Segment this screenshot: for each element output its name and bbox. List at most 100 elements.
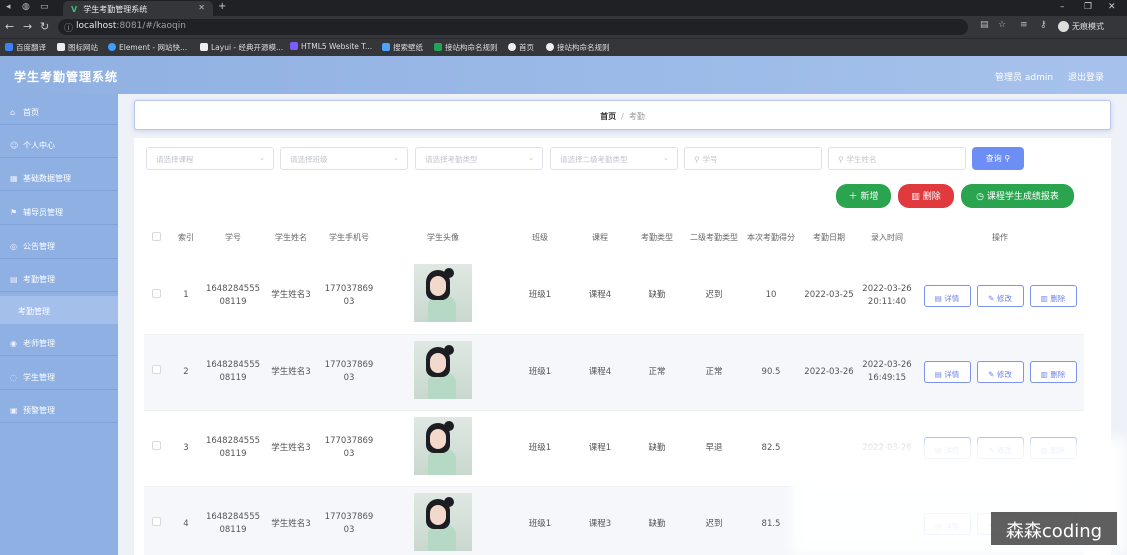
type2-select-placeholder: 请选择二级考勤类型 [560,155,628,164]
student-name-input[interactable]: ⚲ 学生姓名 [828,147,966,170]
sidebar-item-home[interactable]: ⌂ 首页 [0,97,118,125]
bell-icon: ◎ [10,242,17,251]
header-index[interactable]: 索引 [168,218,204,258]
bookmark-label: Layui - 经典开源模... [211,43,284,52]
search-icon: ⚲ [838,155,844,164]
bookmark-item[interactable]: 首页 [508,42,534,53]
header-class[interactable]: 班级 [508,218,572,258]
header-avatar[interactable]: 学生头像 [378,218,508,258]
cell-avatar [378,334,508,411]
sidebar-subitem-attendance[interactable]: 考勤管理 [0,296,118,324]
bookmark-favicon-icon [57,43,65,51]
cell-date: 2022-03-25 [800,258,858,335]
type-select[interactable]: 请选择考勤类型 ⌄ [415,147,543,170]
url-input[interactable]: ⓘ localhost:8081/#/kaoqin [58,19,968,35]
delete-button[interactable]: ▥ 删除 [1029,284,1077,307]
header-course[interactable]: 课程 [572,218,628,258]
profile-button[interactable]: 无痕模式 [1058,21,1104,32]
sidebar-item-counselor[interactable]: ⚑ 辅导员管理 [0,197,118,225]
forward-icon[interactable]: → [23,20,32,33]
bookmark-item[interactable]: 接站构命名规则 [546,42,610,53]
bookmark-item[interactable]: HTML5 Website T... [290,42,372,51]
bookmark-item[interactable]: Layui - 经典开源模... [200,42,283,53]
close-tab-icon[interactable]: ✕ [198,3,205,12]
sidebar-item-base-data[interactable]: ▦ 基础数据管理 [0,163,118,191]
sidebar-item-student[interactable]: ◌ 学生管理 [0,362,118,390]
tab-menu-icon[interactable]: ◂ [6,2,11,12]
header-name[interactable]: 学生姓名 [262,218,320,258]
detail-button[interactable]: ▤ 详情 [923,284,971,307]
header-entry-time[interactable]: 录入时间 [858,218,916,258]
translate-icon[interactable]: ▤ [980,20,989,30]
header-type[interactable]: 考勤类型 [628,218,686,258]
type2-select[interactable]: 请选择二级考勤类型 ⌄ [550,147,678,170]
star-icon[interactable]: ☆ [998,20,1006,30]
new-tab-icon[interactable]: + [218,1,226,12]
sidebar-item-attendance[interactable]: ▤ 考勤管理 [0,264,118,292]
course-select[interactable]: 请选择课程 ⌄ [146,147,274,170]
sidebar-item-warning[interactable]: ▣ 预警管理 [0,395,118,423]
cell-name: 学生姓名3 [262,334,320,411]
query-button[interactable]: 查询 ⚲ [972,147,1024,170]
header-student-no[interactable]: 学号 [204,218,262,258]
window-icon[interactable]: ▭ [40,2,49,12]
admin-label: 管理员 admin [995,73,1054,83]
bookmark-label: 百度翻译 [16,43,46,52]
cell-type: 缺勤 [628,486,686,555]
info-icon[interactable]: ⓘ [64,21,73,34]
header-phone[interactable]: 学生手机号 [320,218,378,258]
back-icon[interactable]: ← [5,20,14,33]
row-checkbox[interactable] [151,441,161,450]
document-icon: ▤ [934,370,942,379]
restore-icon[interactable]: ❐ [1084,2,1092,12]
reload-icon[interactable]: ↻ [40,20,49,33]
sidebar-item-profile[interactable]: ☺ 个人中心 [0,130,118,158]
tab-active[interactable]: V 学生考勤管理系统 ✕ [63,1,213,16]
breadcrumb-home[interactable]: 首页 [600,112,616,121]
select-all-checkbox[interactable] [151,231,161,241]
student-no-input[interactable]: ⚲ 学号 [684,147,822,170]
cell-score: 10 [742,258,800,335]
bookmark-item[interactable]: 百度翻译 [5,42,46,53]
sidebar-item-teacher[interactable]: ◉ 老师管理 [0,328,118,356]
header-score[interactable]: 本次考勤得分 [742,218,800,258]
row-checkbox[interactable] [151,288,161,298]
bookmark-favicon-icon [382,43,390,51]
cell-class: 班级1 [508,334,572,411]
report-label: 课程学生成绩报表 [986,192,1059,202]
logout-link[interactable]: 退出登录 [1068,70,1104,83]
row-select-cell [144,486,168,555]
user-icon: ☺ [10,141,19,150]
delete-button[interactable]: ▥ 删除 [1029,361,1077,383]
delete-label: 删除 [922,192,941,202]
close-window-icon[interactable]: ✕ [1108,2,1116,12]
header-date[interactable]: 考勤日期 [800,218,858,258]
sidebar-item-notice[interactable]: ◎ 公告管理 [0,231,118,259]
key-icon[interactable]: ⚷ [1040,20,1047,30]
app-header: 学生考勤管理系统 管理员 admin 退出登录 [0,56,1127,94]
cell-avatar [378,410,508,487]
add-button[interactable]: ＋ 新增 [836,184,891,208]
edit-button[interactable]: ✎ 修改 [976,284,1024,307]
bookmark-item[interactable]: Element - 网站快... [108,42,187,53]
class-select[interactable]: 请选择班级 ⌄ [280,147,408,170]
report-button[interactable]: ◷ 课程学生成绩报表 [961,184,1074,208]
minimize-icon[interactable]: – [1060,2,1065,12]
row-checkbox[interactable] [151,365,161,374]
globe-icon[interactable]: ◍ [22,2,30,12]
bookmark-item[interactable]: 搜索壁纸 [382,42,423,53]
row-checkbox[interactable] [151,517,161,526]
edit-button[interactable]: ✎ 修改 [976,361,1024,383]
student-icon: ◌ [10,373,17,382]
bookmark-item[interactable]: 接站构命名规则 [434,42,498,53]
bookmark-item[interactable]: 图标网站 [57,42,98,53]
batch-delete-button[interactable]: ▥ 删除 [898,184,954,208]
header-type2[interactable]: 二级考勤类型 [686,218,742,258]
reading-list-icon[interactable]: ≡ [1020,20,1028,30]
cell-index: 4 [168,486,204,555]
url-path: /#/kaoqin [142,21,186,31]
detail-button[interactable]: ▤ 详情 [923,361,971,383]
student-avatar [414,264,472,323]
cell-course: 课程3 [572,486,628,555]
sidebar-item-label: 考勤管理 [18,307,50,316]
